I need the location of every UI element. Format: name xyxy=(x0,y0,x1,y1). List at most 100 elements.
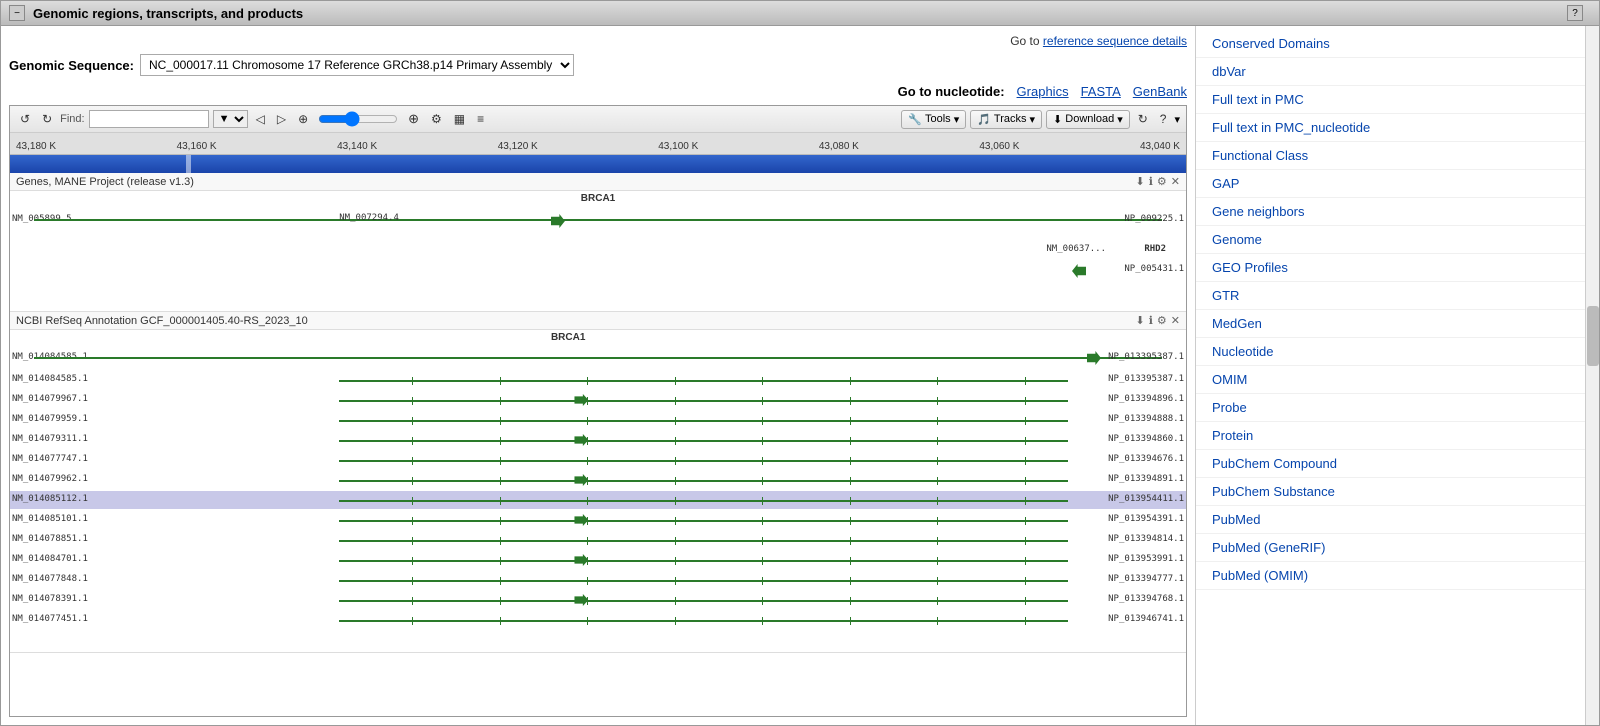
refseq-info-icon[interactable]: ℹ xyxy=(1149,314,1153,327)
sidebar-item-14[interactable]: Protein xyxy=(1196,422,1585,450)
sidebar-item-18[interactable]: PubMed (GeneRIF) xyxy=(1196,534,1585,562)
sidebar-item-11[interactable]: Nucleotide xyxy=(1196,338,1585,366)
refseq-gene-row-12: NM_014078391.1NP_013394768.1 xyxy=(10,591,1186,609)
question-chevron-icon: ▾ xyxy=(1174,113,1180,126)
go-to-nucleotide-label: Go to nucleotide: xyxy=(898,84,1005,99)
zoom-slider[interactable] xyxy=(318,111,398,127)
refseq-gene-row-7: NM_014085112.1NP_013954411.1 xyxy=(10,491,1186,509)
mane-track-header: Genes, MANE Project (release v1.3) ⬇ ℹ ⚙… xyxy=(10,173,1186,191)
back-button[interactable]: ↺ xyxy=(16,110,34,128)
minimize-button[interactable]: − xyxy=(9,5,25,21)
sidebar-item-4[interactable]: Functional Class xyxy=(1196,142,1585,170)
mane-settings-icon[interactable]: ⚙ xyxy=(1157,175,1167,188)
reset-button[interactable]: ↻ xyxy=(38,110,56,128)
refseq-track-controls: ⬇ ℹ ⚙ ✕ xyxy=(1136,314,1181,327)
scrollbar-thumb[interactable] xyxy=(1587,306,1599,366)
sidebar-item-0[interactable]: Conserved Domains xyxy=(1196,30,1585,58)
sidebar-item-13[interactable]: Probe xyxy=(1196,394,1585,422)
refseq-download-icon[interactable]: ⬇ xyxy=(1136,314,1145,327)
ruler-pos-8: 43,040 K xyxy=(1140,141,1180,152)
sidebar-item-17[interactable]: PubMed xyxy=(1196,506,1585,534)
gene-right-label-10: NP_013394777.1 xyxy=(1108,574,1184,584)
gene-line-1 xyxy=(34,219,1163,221)
genomic-sequence-row: Genomic Sequence: NC_000017.11 Chromosom… xyxy=(9,54,1187,76)
refseq-gene-row-11: NM_014077848.1NP_013394777.1 xyxy=(10,571,1186,589)
mane-track-title: Genes, MANE Project (release v1.3) xyxy=(16,176,194,188)
gene-left-label-12: NM_014077451.1 xyxy=(12,614,88,624)
find-select[interactable]: ▼ xyxy=(213,110,248,128)
sidebar-item-1[interactable]: dbVar xyxy=(1196,58,1585,86)
sidebar-item-5[interactable]: GAP xyxy=(1196,170,1585,198)
zoom-in-button[interactable]: ⊕ xyxy=(294,110,312,128)
gene-right-label-0: NP_013395387.1 xyxy=(1108,374,1184,384)
genbank-link[interactable]: GenBank xyxy=(1133,84,1187,99)
ruler-labels: 43,180 K 43,160 K 43,140 K 43,120 K 43,1… xyxy=(10,141,1186,152)
tracks-label: Tracks xyxy=(994,113,1027,125)
scrollbar[interactable] xyxy=(1585,26,1599,725)
refseq-track-body: BRCA1 NM_014084585.1 NP_013395387.1 NM_0… xyxy=(10,330,1186,652)
configure-button[interactable]: ⚙ xyxy=(427,110,446,128)
refseq-gene-row-9: NM_014078851.1NP_013394814.1 xyxy=(10,531,1186,549)
refseq-gene-row-1: NM_014084585.1NP_013395387.1 xyxy=(10,371,1186,389)
graphics-link[interactable]: Graphics xyxy=(1017,84,1069,99)
gene-line-6 xyxy=(339,500,1068,502)
download-dropdown[interactable]: ⬇ Download ▾ xyxy=(1046,110,1130,129)
navigation-bar[interactable] xyxy=(10,155,1186,173)
sidebar-item-12[interactable]: OMIM xyxy=(1196,366,1585,394)
sidebar-item-10[interactable]: MedGen xyxy=(1196,310,1585,338)
pan-right-button[interactable]: ▷ xyxy=(273,110,290,128)
nm-007294-label: NM_007294.4 xyxy=(339,213,399,223)
mane-close-icon[interactable]: ✕ xyxy=(1171,175,1180,188)
layout-button[interactable]: ≡ xyxy=(473,110,488,128)
sidebar-item-7[interactable]: Genome xyxy=(1196,226,1585,254)
sidebar-item-2[interactable]: Full text in PMC xyxy=(1196,86,1585,114)
gene-left-label-8: NM_014078851.1 xyxy=(12,534,88,544)
gene-line-12 xyxy=(339,620,1068,622)
question-button[interactable]: ? xyxy=(1156,110,1171,128)
gene-left-label-5: NM_014079962.1 xyxy=(12,474,88,484)
gene-line-4 xyxy=(339,460,1068,462)
mane-gene-row-1: NM_005899.5 NM_007294.4 NP_009225.1 xyxy=(10,211,1186,227)
gene-left-label-1: NM_014079967.1 xyxy=(12,394,88,404)
ruler-pos-3: 43,140 K xyxy=(337,141,377,152)
window-title: Genomic regions, transcripts, and produc… xyxy=(33,6,1567,21)
gene-line-3 xyxy=(339,440,1068,442)
fasta-link[interactable]: FASTA xyxy=(1081,84,1121,99)
find-input[interactable] xyxy=(89,110,209,128)
tools-dropdown[interactable]: 🔧 Tools ▾ xyxy=(901,110,966,129)
brca1-label-track1: BRCA1 xyxy=(581,193,615,204)
gene-left-label-9: NM_014084701.1 xyxy=(12,554,88,564)
gene-line-1 xyxy=(339,400,1068,402)
title-bar: − Genomic regions, transcripts, and prod… xyxy=(1,1,1599,26)
tracks-dropdown[interactable]: 🎵 Tracks ▾ xyxy=(970,110,1042,129)
sidebar-item-8[interactable]: GEO Profiles xyxy=(1196,254,1585,282)
mane-info-icon[interactable]: ℹ xyxy=(1149,175,1153,188)
sidebar-item-19[interactable]: PubMed (OMIM) xyxy=(1196,562,1585,590)
grid-button[interactable]: ▦ xyxy=(450,110,469,128)
zoom-out-button[interactable]: ⊕ xyxy=(404,109,423,129)
mane-download-icon[interactable]: ⬇ xyxy=(1136,175,1145,188)
genome-viewer: ↺ ↻ Find: ▼ ◁ ▷ ⊕ ⊕ ⚙ ▦ ≡ xyxy=(9,105,1187,717)
main-window: − Genomic regions, transcripts, and prod… xyxy=(0,0,1600,726)
title-bar-right-buttons: ? xyxy=(1567,5,1583,21)
reference-sequence-details-link[interactable]: reference sequence details xyxy=(1043,34,1187,48)
refseq-track-title: NCBI RefSeq Annotation GCF_000001405.40-… xyxy=(16,315,308,327)
rhd2-label: RHD2 xyxy=(1144,244,1166,254)
tools-label: Tools xyxy=(925,113,951,125)
sidebar-item-15[interactable]: PubChem Compound xyxy=(1196,450,1585,478)
gene-right-label-5: NP_013394891.1 xyxy=(1108,474,1184,484)
sidebar-item-3[interactable]: Full text in PMC_nucleotide xyxy=(1196,114,1585,142)
sidebar-item-16[interactable]: PubChem Substance xyxy=(1196,478,1585,506)
pan-left-button[interactable]: ◁ xyxy=(252,110,269,128)
refseq-settings-icon[interactable]: ⚙ xyxy=(1157,314,1167,327)
sidebar-item-9[interactable]: GTR xyxy=(1196,282,1585,310)
gene-right-label-11: NP_013394768.1 xyxy=(1108,594,1184,604)
help-button[interactable]: ? xyxy=(1567,5,1583,21)
refseq-close-icon[interactable]: ✕ xyxy=(1171,314,1180,327)
find-label: Find: xyxy=(60,113,84,125)
mane-track-body: BRCA1 NM_005899.5 NM_007294.4 xyxy=(10,191,1186,311)
sidebar-item-6[interactable]: Gene neighbors xyxy=(1196,198,1585,226)
gene-line-0 xyxy=(339,380,1068,382)
refresh-button[interactable]: ↻ xyxy=(1134,110,1152,128)
genomic-sequence-select[interactable]: NC_000017.11 Chromosome 17 Reference GRC… xyxy=(140,54,574,76)
